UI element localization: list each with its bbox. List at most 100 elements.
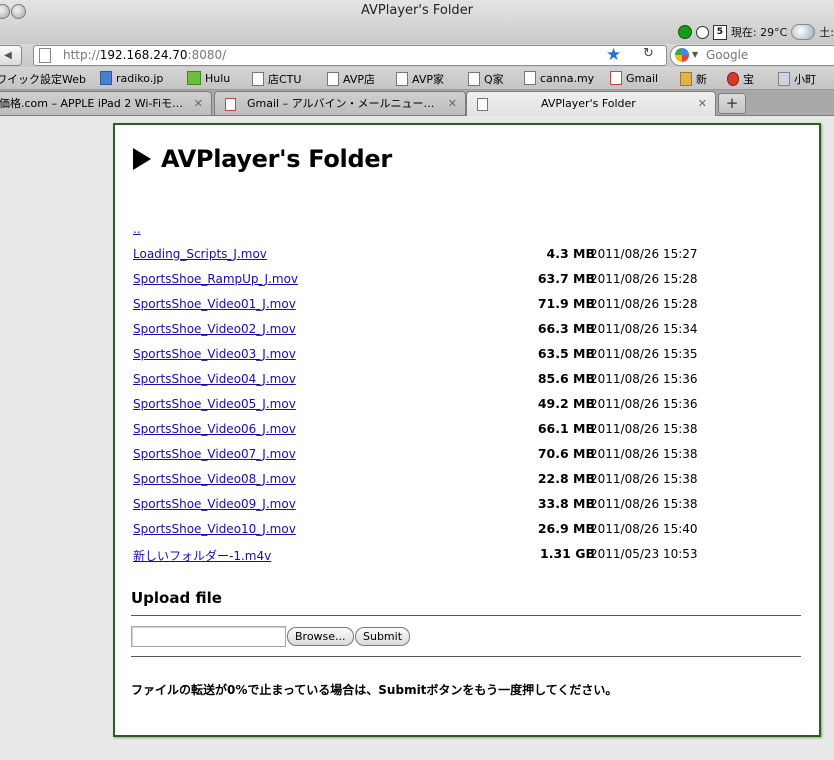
submit-button[interactable]: Submit: [355, 627, 411, 646]
bookmark-label: AVP店: [343, 73, 375, 86]
file-link[interactable]: SportsShoe_Video02_J.mov: [133, 322, 296, 336]
file-size: 63.5 MB: [537, 346, 595, 361]
file-link[interactable]: SportsShoe_Video03_J.mov: [133, 347, 296, 361]
file-path-field[interactable]: [131, 626, 286, 647]
chevron-down-icon[interactable]: ▼: [692, 50, 698, 59]
file-row: Loading_Scripts_J.mov 4.3 MB 2011/08/26 …: [133, 246, 713, 265]
weather-day-label[interactable]: 土:: [819, 24, 834, 40]
file-row: SportsShoe_Video07_J.mov 70.6 MB 2011/08…: [133, 446, 713, 465]
close-icon[interactable]: ✕: [698, 92, 707, 115]
file-size: 63.7 MB: [537, 271, 595, 286]
file-row: SportsShoe_Video09_J.mov 33.8 MB 2011/08…: [133, 496, 713, 515]
bookmark-item[interactable]: 小町: [778, 71, 816, 87]
file-row: SportsShoe_Video03_J.mov 63.5 MB 2011/08…: [133, 346, 713, 365]
bookmark-item[interactable]: AVP家: [396, 71, 444, 87]
file-size: 66.1 MB: [537, 421, 595, 436]
page-icon: [524, 71, 536, 85]
file-size: 33.8 MB: [537, 496, 595, 511]
tab-gmail[interactable]: Gmail – アルバイン・メールニュー… ✕: [214, 91, 466, 115]
browser-toolbar: ◀ http://192.168.24.70:8080/ ★ ↻ ▼: [0, 44, 834, 67]
file-link[interactable]: SportsShoe_Video07_J.mov: [133, 447, 296, 461]
tab-avplayer-folder[interactable]: AVPlayer's Folder ✕: [466, 91, 716, 116]
file-link[interactable]: SportsShoe_Video06_J.mov: [133, 422, 296, 436]
file-size: 85.6 MB: [537, 371, 595, 386]
file-link[interactable]: SportsShoe_RampUp_J.mov: [133, 272, 298, 286]
file-date: 2011/08/26 15:38: [590, 497, 698, 511]
gmail-icon: [610, 71, 622, 85]
file-link[interactable]: 新しいフォルダー-1.m4v: [133, 547, 271, 564]
divider: [131, 615, 801, 616]
file-row: SportsShoe_Video08_J.mov 22.8 MB 2011/08…: [133, 471, 713, 490]
back-button[interactable]: ◀: [0, 45, 22, 66]
tab-strip: 価格.com – APPLE iPad 2 Wi-Fiモ… ✕ Gmail – …: [0, 90, 834, 116]
file-size: 22.8 MB: [537, 471, 595, 486]
file-row: SportsShoe_Video06_J.mov 66.1 MB 2011/08…: [133, 421, 713, 440]
file-size: 49.2 MB: [537, 396, 595, 411]
page-icon: [477, 98, 488, 111]
upload-notice: ファイルの転送が0%で止まっている場合は、Submitボタンをもう一度押してくだ…: [131, 683, 618, 697]
bookmark-star-icon[interactable]: ★: [606, 45, 621, 65]
bookmark-item[interactable]: Q家: [468, 71, 504, 87]
bookmark-item[interactable]: canna.my: [524, 71, 594, 85]
bookmark-item[interactable]: 新: [680, 71, 707, 87]
bookmark-label: Hulu: [205, 71, 231, 85]
tab-kakaku[interactable]: 価格.com – APPLE iPad 2 Wi-Fiモ… ✕: [0, 91, 212, 115]
file-link[interactable]: SportsShoe_Video04_J.mov: [133, 372, 296, 386]
file-date: 2011/08/26 15:38: [590, 447, 698, 461]
page-icon: [396, 72, 408, 86]
url-scheme: http://: [63, 48, 100, 62]
weather-text[interactable]: 現在: 29°C: [731, 24, 787, 40]
file-link[interactable]: SportsShoe_Video10_J.mov: [133, 522, 296, 536]
bookmark-label: 宝: [743, 73, 754, 86]
file-link[interactable]: SportsShoe_Video01_J.mov: [133, 297, 296, 311]
bookmark-item[interactable]: AVP店: [327, 71, 375, 87]
close-icon[interactable]: ✕: [194, 92, 203, 115]
file-size: 4.3 MB: [546, 246, 595, 261]
file-size: 1.31 GB: [540, 546, 595, 561]
file-link[interactable]: SportsShoe_Video05_J.mov: [133, 397, 296, 411]
window-title: AVPlayer's Folder: [360, 3, 474, 18]
bookmark-label: canna.my: [540, 71, 595, 85]
bookmark-icon: [680, 72, 692, 86]
bookmark-label: Q家: [484, 73, 504, 86]
file-link[interactable]: SportsShoe_Video09_J.mov: [133, 497, 296, 511]
google-icon[interactable]: [675, 48, 689, 62]
bookmark-label: radiko.jp: [116, 71, 164, 85]
upload-section-title: Upload file: [131, 589, 222, 607]
url-text[interactable]: http://192.168.24.70:8080/: [63, 48, 226, 62]
bookmark-label: AVP家: [412, 73, 444, 86]
file-link[interactable]: SportsShoe_Video08_J.mov: [133, 472, 296, 486]
file-row: 新しいフォルダー-1.m4v 1.31 GB 2011/05/23 10:53: [133, 546, 713, 565]
play-triangle-icon: [133, 148, 151, 170]
bookmark-item[interactable]: Gmail: [610, 71, 658, 85]
status-indicator-icon[interactable]: [677, 25, 692, 39]
file-date: 2011/08/26 15:40: [590, 522, 698, 536]
bookmark-item[interactable]: 店CTU: [252, 71, 301, 87]
page-icon: [468, 72, 480, 86]
close-icon[interactable]: ✕: [448, 92, 457, 115]
reload-icon[interactable]: ↻: [643, 46, 654, 61]
file-row: SportsShoe_Video04_J.mov 85.6 MB 2011/08…: [133, 371, 713, 390]
parent-directory-link[interactable]: ..: [133, 222, 141, 236]
search-input[interactable]: [704, 47, 828, 63]
bookmark-item[interactable]: ワイック設定Web: [0, 71, 86, 87]
url-port: :8080/: [187, 48, 227, 62]
bookmark-label: 店CTU: [268, 73, 302, 86]
file-size: 71.9 MB: [537, 296, 595, 311]
bookmark-item[interactable]: 宝: [727, 71, 754, 87]
file-link[interactable]: Loading_Scripts_J.mov: [133, 247, 267, 261]
tab-label: 価格.com – APPLE iPad 2 Wi-Fiモ…: [0, 97, 184, 110]
file-row: SportsShoe_RampUp_J.mov 63.7 MB 2011/08/…: [133, 271, 713, 290]
browse-button[interactable]: Browse...: [287, 627, 354, 646]
search-box[interactable]: ▼: [670, 45, 834, 66]
address-bar[interactable]: http://192.168.24.70:8080/ ★ ↻: [33, 45, 667, 66]
bookmark-item[interactable]: Hulu: [187, 71, 230, 85]
menu-extras: 5 現在: 29°C 土:: [677, 23, 834, 41]
clock-icon[interactable]: [695, 25, 709, 39]
bookmark-item[interactable]: radiko.jp: [100, 71, 163, 85]
file-row: SportsShoe_Video05_J.mov 49.2 MB 2011/08…: [133, 396, 713, 415]
file-size: 26.9 MB: [537, 521, 595, 536]
new-tab-button[interactable]: +: [718, 93, 746, 114]
calendar-icon[interactable]: 5: [712, 24, 727, 40]
cloud-weather-icon[interactable]: [791, 24, 816, 40]
